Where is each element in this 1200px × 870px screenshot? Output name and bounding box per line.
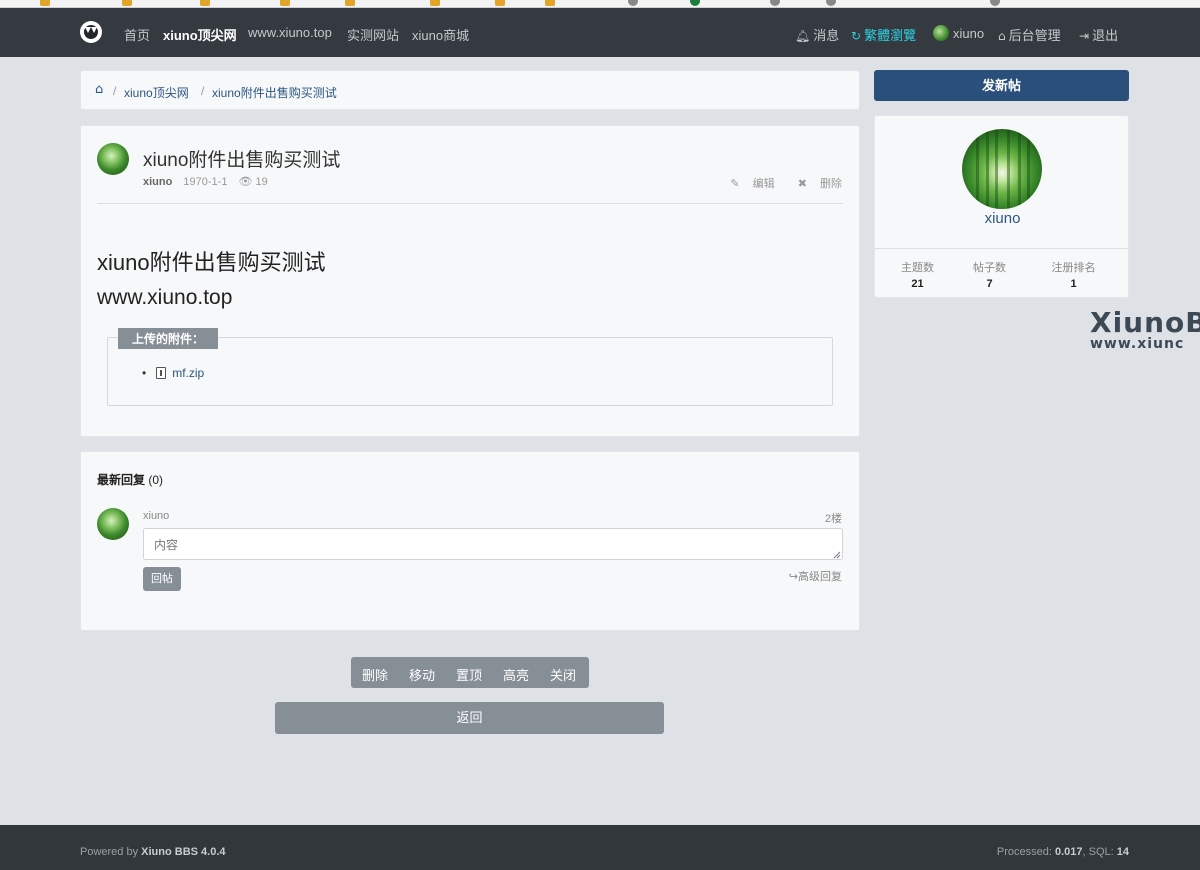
stat-rank: 注册排名 1	[1031, 259, 1116, 290]
thread-title: xiuno附件出售购买测试	[143, 150, 341, 171]
stat-value: 1	[1070, 278, 1077, 290]
back-button[interactable]: 返回	[275, 702, 664, 734]
eye-icon: 👁︎	[238, 176, 253, 188]
attachments-label: 上传的附件：	[118, 328, 219, 349]
refresh-icon: ↻	[851, 29, 862, 43]
processed-value: 0.017	[1054, 846, 1083, 858]
thread-post: xiuno附件出售购买测试 xiuno 1970-1-1 👁︎ 19 ✎ 编辑 …	[80, 125, 860, 437]
replies-section: 最新回复 (0) xiuno 2楼 回帖 ↪高级回复	[80, 451, 860, 631]
advanced-reply-link[interactable]: ↪高级回复	[789, 568, 842, 584]
nav-traditional-label: 繁體瀏覽	[864, 28, 917, 43]
user-profile-card: xiuno 主题数 21 帖子数 7 注册排名 1	[874, 115, 1129, 298]
home-icon[interactable]: ⌂	[95, 82, 103, 97]
watermark: XiunoB www.xiunc	[1090, 306, 1200, 352]
breadcrumb-thread[interactable]: xiuno附件出售购买测试	[212, 84, 337, 101]
divider	[875, 248, 1128, 249]
attachment-filename[interactable]: mf.zip	[172, 366, 204, 380]
footer-stats: Processed: 0.017, SQL: 14	[996, 846, 1129, 858]
powered-prefix: Powered by	[80, 846, 139, 858]
nav-messages[interactable]: 🔔︎ 消息	[795, 25, 839, 44]
breadcrumb-separator: /	[201, 84, 205, 98]
attachments-box: 上传的附件： • mf.zip	[107, 328, 833, 406]
submit-reply-button[interactable]: 回帖	[143, 567, 181, 591]
post-actions: ✎ 编辑 ✖ 删除	[710, 175, 842, 191]
bell-icon: 🔔︎	[795, 29, 811, 43]
nav-admin[interactable]: ⌂ 后台管理	[998, 25, 1061, 44]
watermark-subtitle: www.xiunc	[1090, 336, 1185, 352]
delete-label: 删除	[820, 178, 842, 190]
stat-posts: 帖子数 7	[947, 259, 1032, 290]
user-avatar-small	[933, 25, 949, 41]
mod-highlight-button[interactable]: 高亮	[503, 665, 529, 684]
nav-link-home[interactable]: 首页	[124, 25, 150, 44]
watermark-title: XiunoB	[1090, 306, 1200, 339]
nav-messages-label: 消息	[813, 28, 840, 43]
advanced-reply-label: 高级回复	[798, 571, 842, 583]
list-bullet: •	[142, 366, 147, 380]
page-footer: Powered by Xiuno BBS 4.0.4 Processed: 0.…	[0, 825, 1200, 870]
nav-link-xiuno-url[interactable]: www.xiuno.top	[248, 25, 332, 40]
mod-sticky-button[interactable]: 置顶	[456, 665, 482, 684]
reply-user-avatar[interactable]	[97, 508, 129, 540]
nav-logout[interactable]: ⇥ 退出	[1079, 25, 1118, 44]
share-arrow-icon: ↪	[788, 571, 798, 583]
nav-traditional-chinese[interactable]: ↻ 繁體瀏覽	[851, 25, 916, 44]
sql-label: SQL:	[1088, 846, 1114, 858]
nav-admin-label: 后台管理	[1008, 28, 1061, 43]
home-icon: ⌂	[998, 29, 1006, 43]
breadcrumb-forum[interactable]: xiuno顶尖网	[124, 84, 189, 101]
post-content-heading: xiuno附件出售购买测试	[97, 250, 326, 275]
top-navbar: 首页 xiuno顶尖网 www.xiuno.top 实测网站 xiuno商城 🔔…	[0, 8, 1200, 57]
new-thread-button[interactable]: 发新帖	[874, 70, 1129, 101]
powered-name[interactable]: Xiuno BBS 4.0.4	[141, 846, 225, 858]
edit-icon: ✎	[730, 178, 740, 190]
browser-bookmark-bar	[0, 0, 1200, 8]
moderation-button-group: 删除 移动 置顶 高亮 关闭	[351, 657, 589, 688]
breadcrumb: ⌂ / xiuno顶尖网 / xiuno附件出售购买测试	[80, 70, 860, 110]
delete-button[interactable]: ✖ 删除	[788, 178, 842, 190]
nav-link-xiuno-top-site[interactable]: xiuno顶尖网	[163, 25, 237, 44]
nav-link-test-site[interactable]: 实测网站	[347, 25, 399, 44]
breadcrumb-separator: /	[113, 84, 117, 98]
nav-link-shop[interactable]: xiuno商城	[412, 25, 469, 44]
sign-out-icon: ⇥	[1079, 29, 1090, 43]
processed-label: Processed:	[996, 846, 1052, 858]
nav-user[interactable]: xiuno	[933, 25, 984, 41]
file-icon	[156, 367, 167, 379]
attachment-item[interactable]: • mf.zip	[142, 366, 204, 380]
replies-count: (0)	[148, 473, 164, 487]
post-content-url: www.xiuno.top	[97, 286, 233, 309]
author-avatar[interactable]	[97, 143, 129, 175]
sql-value: 14	[1116, 846, 1129, 858]
user-avatar-large[interactable]	[962, 129, 1042, 209]
post-meta: xiuno 1970-1-1 👁︎ 19	[143, 175, 268, 188]
reply-username: xiuno	[143, 510, 170, 522]
mod-delete-button[interactable]: 删除	[362, 665, 388, 684]
reply-floor-number: 2楼	[824, 513, 842, 525]
post-author[interactable]: xiuno	[143, 176, 172, 188]
stat-value: 7	[986, 278, 993, 290]
edit-button[interactable]: ✎ 编辑	[720, 178, 774, 190]
resize-handle-icon[interactable]	[833, 551, 841, 559]
reply-textarea[interactable]	[143, 528, 843, 560]
nav-logout-label: 退出	[1092, 28, 1119, 43]
close-icon: ✖	[797, 178, 807, 190]
profile-username[interactable]: xiuno	[875, 210, 1130, 227]
site-logo-icon[interactable]	[80, 21, 102, 43]
stat-label: 注册排名	[1051, 262, 1096, 274]
nav-username: xiuno	[953, 26, 985, 41]
view-count: 19	[255, 176, 268, 188]
footer-powered-by: Powered by Xiuno BBS 4.0.4	[80, 846, 226, 858]
replies-title: 最新回复	[97, 473, 146, 487]
replies-heading: 最新回复 (0)	[97, 471, 163, 488]
mod-close-button[interactable]: 关闭	[550, 665, 576, 684]
stat-label: 帖子数	[973, 262, 1006, 274]
mod-move-button[interactable]: 移动	[409, 665, 435, 684]
post-date: 1970-1-1	[183, 176, 228, 188]
divider	[97, 203, 843, 204]
edit-label: 编辑	[752, 178, 775, 190]
